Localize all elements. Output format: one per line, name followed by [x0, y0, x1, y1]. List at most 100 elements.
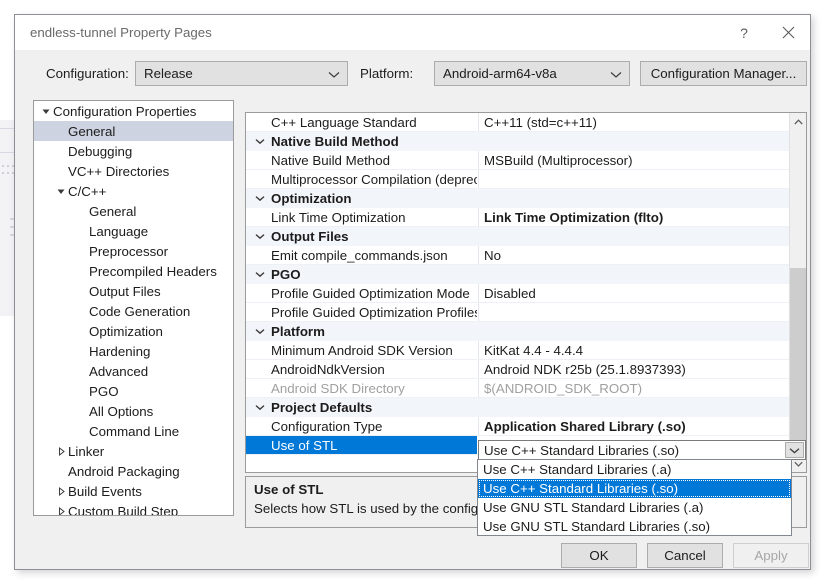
configuration-select[interactable]: Release [135, 61, 348, 86]
twisty-toggle[interactable] [55, 447, 68, 456]
property-value[interactable]: KitKat 4.4 - 4.4.4 [478, 341, 789, 360]
property-category-row[interactable]: Native Build Method [246, 132, 789, 151]
twisty-toggle[interactable] [55, 487, 68, 496]
property-row[interactable]: Multiprocessor Compilation (deprecated) [246, 170, 789, 189]
property-category-row[interactable]: Platform [246, 322, 789, 341]
property-row[interactable]: Profile Guided Optimization ModeDisabled [246, 284, 789, 303]
property-value[interactable] [478, 265, 789, 284]
tree-item-command-line[interactable]: Command Line [34, 421, 233, 441]
platform-label: Platform: [360, 66, 413, 81]
ok-label: OK [589, 548, 608, 563]
property-row[interactable]: Minimum Android SDK VersionKitKat 4.4 - … [246, 341, 789, 360]
property-value[interactable] [478, 170, 789, 189]
tree-item-android-packaging[interactable]: Android Packaging [34, 461, 233, 481]
property-name: Android SDK Directory [246, 379, 477, 398]
property-name: Profile Guided Optimization Profiles [246, 303, 477, 322]
property-value[interactable]: $(ANDROID_SDK_ROOT) [478, 379, 789, 398]
property-name: Native Build Method [246, 151, 477, 170]
tree-item-language[interactable]: Language [34, 221, 233, 241]
property-row[interactable]: Link Time OptimizationLink Time Optimiza… [246, 208, 789, 227]
tree-item-label: General [68, 124, 115, 139]
property-value[interactable]: No [478, 246, 789, 265]
property-grid[interactable]: C++ Language StandardC++11 (std=c++11)Na… [245, 112, 807, 473]
tree-item-label: Advanced [89, 364, 148, 379]
property-category-row[interactable]: Output Files [246, 227, 789, 246]
help-glyph: ? [740, 25, 748, 41]
tree-item-advanced[interactable]: Advanced [34, 361, 233, 381]
use-of-stl-dropdown-list[interactable]: Use C++ Standard Libraries (.a)Use C++ S… [477, 459, 792, 536]
property-value[interactable] [478, 303, 789, 322]
property-grid-scrollbar[interactable] [789, 113, 806, 472]
property-category-row[interactable]: Optimization [246, 189, 789, 208]
tree-item-general[interactable]: General [34, 121, 233, 141]
twisty-collapsed-icon [57, 447, 66, 456]
dialog-titlebar: endless-tunnel Property Pages ? [15, 15, 810, 50]
tree-item-pgo[interactable]: PGO [34, 381, 233, 401]
tree-item-configuration-properties[interactable]: Configuration Properties [34, 101, 233, 121]
property-category-row[interactable]: Project Defaults [246, 398, 789, 417]
ok-button[interactable]: OK [561, 543, 637, 568]
platform-select[interactable]: Android-arm64-v8a [434, 61, 630, 86]
configuration-manager-button[interactable]: Configuration Manager... [640, 61, 807, 86]
property-value[interactable]: Android NDK r25b (25.1.8937393) [478, 360, 789, 379]
use-of-stl-editor[interactable]: Use C++ Standard Libraries (.so) [478, 440, 806, 460]
twisty-toggle[interactable] [55, 187, 68, 196]
twisty-toggle[interactable] [40, 107, 53, 116]
property-row[interactable]: Configuration TypeApplication Shared Lib… [246, 417, 789, 436]
configuration-tree[interactable]: Configuration Properties General Debugging… [33, 100, 234, 516]
property-category-row[interactable]: PGO [246, 265, 789, 284]
property-value[interactable]: MSBuild (Multiprocessor) [478, 151, 789, 170]
property-value[interactable] [478, 227, 789, 246]
tree-item-precompiled-headers[interactable]: Precompiled Headers [34, 261, 233, 281]
property-value[interactable] [478, 189, 789, 208]
scrollbar-thumb[interactable] [790, 268, 807, 456]
cancel-button[interactable]: Cancel [647, 543, 723, 568]
property-value[interactable]: C++11 (std=c++11) [478, 113, 789, 132]
help-icon[interactable]: ? [722, 15, 766, 50]
tree-item-label: Precompiled Headers [89, 264, 217, 279]
property-value[interactable] [478, 132, 789, 151]
tree-item-hardening[interactable]: Hardening [34, 341, 233, 361]
property-row[interactable]: C++ Language StandardC++11 (std=c++11) [246, 113, 789, 132]
property-row[interactable]: Android SDK Directory$(ANDROID_SDK_ROOT) [246, 379, 789, 398]
property-name: Configuration Type [246, 417, 477, 436]
tree-item-optimization[interactable]: Optimization [34, 321, 233, 341]
tree-item-preprocessor[interactable]: Preprocessor [34, 241, 233, 261]
tree-item-code-generation[interactable]: Code Generation [34, 301, 233, 321]
editor-dropdown-button[interactable] [785, 442, 804, 458]
property-row[interactable]: Profile Guided Optimization Profiles [246, 303, 789, 322]
dropdown-option[interactable]: Use C++ Standard Libraries (.a) [478, 460, 791, 479]
property-row[interactable]: Emit compile_commands.jsonNo [246, 246, 789, 265]
tree-item-label: PGO [89, 384, 119, 399]
dropdown-option[interactable]: Use C++ Standard Libraries (.so) [478, 479, 791, 498]
tree-item-build-events[interactable]: Build Events [34, 481, 233, 501]
property-name: Minimum Android SDK Version [246, 341, 477, 360]
property-row[interactable]: Native Build MethodMSBuild (Multiprocess… [246, 151, 789, 170]
tree-item-general[interactable]: General [34, 201, 233, 221]
property-row[interactable]: AndroidNdkVersionAndroid NDK r25b (25.1.… [246, 360, 789, 379]
tree-item-all-options[interactable]: All Options [34, 401, 233, 421]
property-name: Project Defaults [246, 398, 477, 417]
tree-item-c-c[interactable]: C/C++ [34, 181, 233, 201]
tree-item-vc-directories[interactable]: VC++ Directories [34, 161, 233, 181]
dropdown-option[interactable]: Use GNU STL Standard Libraries (.a) [478, 498, 791, 517]
property-name: Profile Guided Optimization Mode [246, 284, 477, 303]
tree-item-label: Command Line [89, 424, 179, 439]
property-value[interactable]: Disabled [478, 284, 789, 303]
chevron-down-icon [789, 447, 800, 454]
close-icon[interactable] [766, 15, 810, 50]
scroll-up-icon[interactable] [790, 113, 807, 130]
dropdown-option[interactable]: Use GNU STL Standard Libraries (.so) [478, 517, 791, 536]
tree-item-output-files[interactable]: Output Files [34, 281, 233, 301]
twisty-toggle[interactable] [55, 507, 68, 516]
platform-value: Android-arm64-v8a [443, 66, 557, 81]
property-value[interactable] [478, 322, 789, 341]
tree-item-linker[interactable]: Linker [34, 441, 233, 461]
tree-item-debugging[interactable]: Debugging [34, 141, 233, 161]
property-value[interactable]: Link Time Optimization (flto) [478, 208, 789, 227]
property-value[interactable] [478, 398, 789, 417]
property-value[interactable]: Application Shared Library (.so) [478, 417, 789, 436]
property-name: C++ Language Standard [246, 113, 477, 132]
tree-item-custom-build-step[interactable]: Custom Build Step [34, 501, 233, 516]
twisty-collapsed-icon [57, 507, 66, 516]
